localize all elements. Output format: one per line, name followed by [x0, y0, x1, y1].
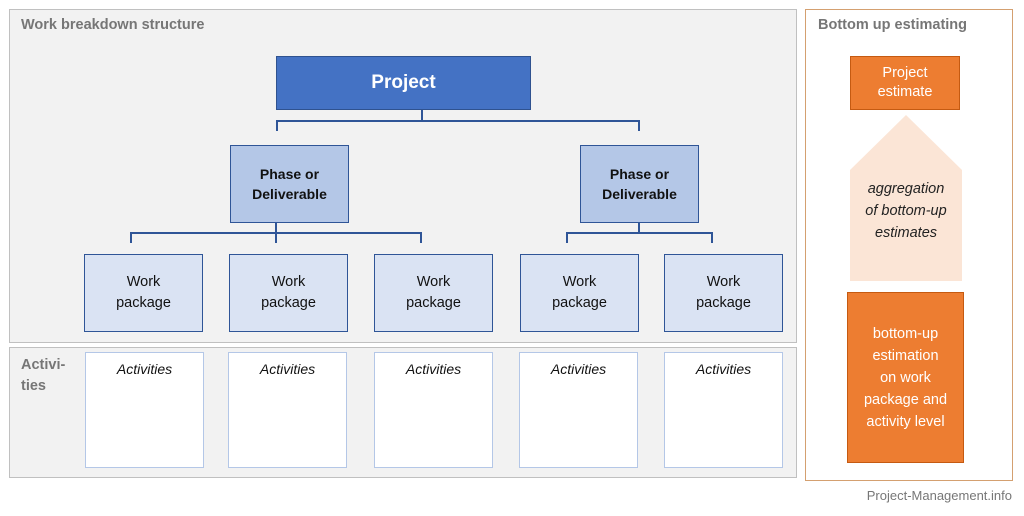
estimation-line4: package and	[863, 391, 948, 408]
wbs-panel-title: Work breakdown structure	[21, 17, 205, 33]
phase-node-1-line2: Deliverable	[252, 186, 327, 202]
estimation-line5: activity level	[866, 413, 945, 430]
connector-phase2-drop-1	[566, 232, 568, 243]
activities-label-line1: Activi-	[21, 357, 66, 373]
connector-phase1-drop-2	[275, 232, 277, 243]
aggregation-line3: estimates	[874, 225, 938, 241]
phase-node-1-line1: Phase or	[259, 166, 320, 182]
work-package-3: Work package	[374, 254, 493, 332]
activities-box-4: Activities	[519, 352, 638, 468]
project-estimate-box: Project estimate	[850, 56, 960, 110]
work-package-5-line2: package	[696, 295, 751, 311]
activities-box-2: Activities	[228, 352, 347, 468]
work-package-2: Work package	[229, 254, 348, 332]
phase-node-2: Phase or Deliverable	[580, 145, 699, 223]
estimation-line2: estimation	[872, 347, 939, 364]
work-package-1-line1: Work	[126, 274, 161, 290]
connector-phase2-drop-2	[711, 232, 713, 243]
work-package-4-line1: Work	[562, 274, 597, 290]
project-estimate-line2: estimate	[877, 84, 933, 100]
bottom-up-panel-title: Bottom up estimating	[818, 17, 968, 33]
estimation-line1: bottom-up	[872, 325, 939, 342]
activities-box-5: Activities	[664, 352, 783, 468]
phase-node-1: Phase or Deliverable	[230, 145, 349, 223]
bottom-up-estimation-box: bottom-up estimation on work package and…	[847, 292, 964, 463]
connector-project-drop-left	[276, 120, 278, 131]
activities-box-3: Activities	[374, 352, 493, 468]
activities-panel-label: Activi-ties	[21, 355, 65, 397]
activities-box-1: Activities	[85, 352, 204, 468]
work-package-5: Work package	[664, 254, 783, 332]
estimation-line3: on work	[880, 369, 931, 386]
project-node: Project	[276, 56, 531, 110]
connector-phase1-drop-3	[420, 232, 422, 243]
work-package-2-line1: Work	[271, 274, 306, 290]
connector-project-stem	[421, 110, 423, 120]
work-package-4: Work package	[520, 254, 639, 332]
aggregation-line2: of bottom-up	[865, 203, 947, 219]
work-package-1-line2: package	[116, 295, 171, 311]
connector-phase1-drop-1	[130, 232, 132, 243]
activities-label-line2: ties	[21, 378, 46, 394]
phase-node-2-line2: Deliverable	[602, 186, 677, 202]
connector-project-drop-right	[638, 120, 640, 131]
project-estimate-line1: Project	[882, 65, 928, 81]
connector-project-bar	[276, 120, 639, 122]
work-package-3-line1: Work	[416, 274, 451, 290]
connector-phase2-bar	[566, 232, 712, 234]
work-package-1: Work package	[84, 254, 203, 332]
aggregation-text: aggregation of bottom-up estimates	[850, 178, 962, 244]
work-package-2-line2: package	[261, 295, 316, 311]
work-package-4-line2: package	[552, 295, 607, 311]
work-package-5-line1: Work	[706, 274, 741, 290]
work-package-3-line2: package	[406, 295, 461, 311]
footer-credit: Project-Management.info	[866, 488, 1012, 503]
phase-node-2-line1: Phase or	[609, 166, 670, 182]
aggregation-line1: aggregation	[867, 181, 945, 197]
